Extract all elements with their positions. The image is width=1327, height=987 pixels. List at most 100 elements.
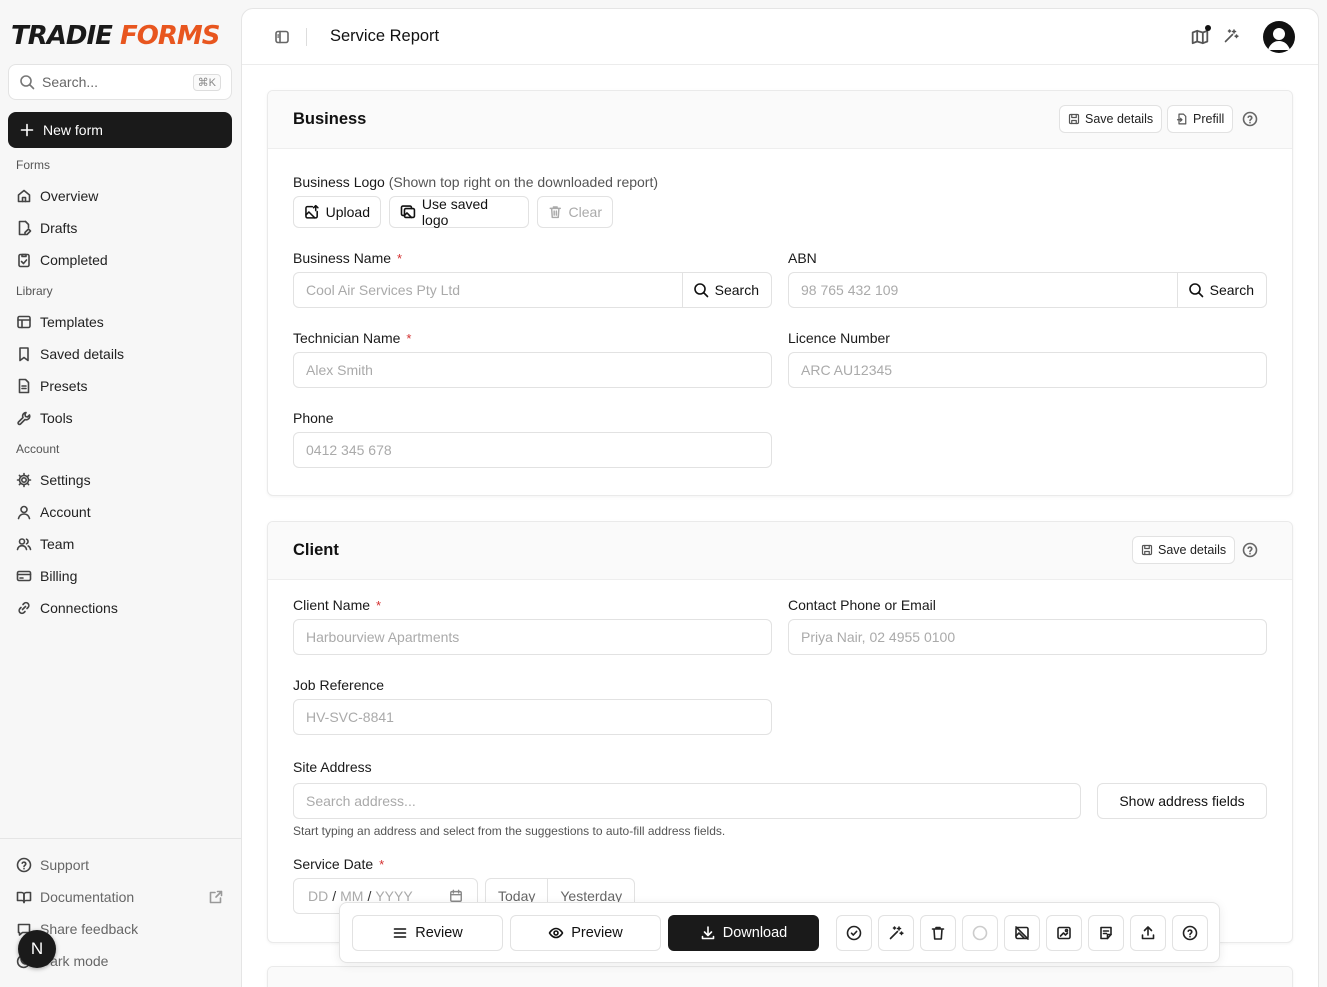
job-reference-placeholder: HV-SVC-8841	[306, 709, 394, 725]
profile-avatar[interactable]	[1263, 21, 1295, 53]
abn-field[interactable]: 98 765 432 109 Search	[788, 272, 1267, 308]
user-avatar-icon	[1268, 28, 1290, 50]
client-save-details-button[interactable]: Save details	[1132, 536, 1236, 564]
save-details-label: Save details	[1085, 112, 1154, 126]
wrench-icon	[17, 411, 31, 426]
show-address-fields-button[interactable]: Show address fields	[1097, 783, 1267, 819]
sidebar-item-label: Settings	[40, 472, 91, 488]
abn-search-button[interactable]: Search	[1176, 273, 1266, 307]
sidebar-item-tools[interactable]: Tools	[16, 408, 73, 428]
status-toggle-button[interactable]	[962, 915, 998, 951]
users-icon	[16, 538, 32, 551]
help-circle-icon	[1242, 111, 1258, 127]
sidebar-item-templates[interactable]: Templates	[16, 312, 104, 332]
phone-field[interactable]: 0412 345 678	[293, 432, 772, 468]
trash-icon	[549, 206, 561, 219]
required-indicator: *	[379, 857, 385, 872]
business-name-field[interactable]: Cool Air Services Pty Ltd Search	[293, 272, 772, 308]
site-address-field[interactable]: Search address...	[293, 783, 1081, 819]
sidebar-item-drafts[interactable]: Drafts	[16, 218, 77, 238]
search-label: Search	[714, 282, 759, 298]
upload-logo-button[interactable]: Upload	[293, 196, 381, 228]
sidebar-item-billing[interactable]: Billing	[16, 566, 77, 586]
delete-button[interactable]	[920, 915, 956, 951]
review-label: Review	[415, 925, 463, 941]
remove-images-button[interactable]	[1004, 915, 1040, 951]
sidebar-item-label: Drafts	[40, 220, 78, 236]
sidebar-item-label: Tools	[40, 410, 73, 426]
save-icon	[1068, 113, 1080, 125]
mark-complete-button[interactable]	[836, 915, 872, 951]
client-name-label: Client Name *	[293, 597, 381, 613]
download-icon	[701, 926, 715, 940]
wand-sparkles-icon	[1224, 29, 1239, 43]
brand-logo-part2: FORMS	[119, 21, 220, 51]
download-label: Download	[722, 925, 788, 941]
sidebar-item-account[interactable]: Account	[16, 502, 91, 522]
layout-template-icon	[17, 315, 31, 329]
download-button[interactable]: Download	[668, 915, 819, 951]
review-button[interactable]: Review	[352, 915, 503, 951]
address-helper-text: Start typing an address and select from …	[293, 824, 726, 838]
sidebar-divider	[0, 838, 241, 839]
sidebar-item-completed[interactable]: Completed	[16, 250, 108, 270]
action-toolbar: Review Preview Download	[339, 902, 1220, 963]
contact-field[interactable]: Priya Nair, 02 4955 0100	[788, 619, 1267, 655]
help-circle-icon	[1242, 542, 1258, 558]
search-label: Search	[1209, 282, 1254, 298]
business-section-header: Business Save details Prefill	[268, 91, 1292, 149]
toolbar-help-button[interactable]	[1172, 915, 1208, 951]
business-save-details-button[interactable]: Save details	[1059, 105, 1163, 133]
sidebar-item-saved-details[interactable]: Saved details	[16, 344, 124, 364]
user-avatar-button[interactable]: N	[18, 930, 56, 968]
wand-sparkles-icon	[889, 926, 904, 940]
prefill-button[interactable]: Prefill	[1167, 105, 1234, 133]
brand-logo[interactable]: TRADIE FORMS	[11, 20, 220, 52]
save-details-label: Save details	[1158, 543, 1227, 557]
job-reference-field[interactable]: HV-SVC-8841	[293, 699, 772, 735]
licence-number-field[interactable]: ARC AU12345	[788, 352, 1267, 388]
clear-logo-button[interactable]: Clear	[537, 196, 613, 228]
sidebar-item-team[interactable]: Team	[16, 534, 74, 554]
share-button[interactable]	[1130, 915, 1166, 951]
help-circle-icon	[16, 857, 32, 873]
clear-label: Clear	[568, 204, 602, 220]
clipboard-check-icon	[18, 253, 30, 268]
new-form-button[interactable]: New form	[8, 112, 232, 148]
licence-number-placeholder: ARC AU12345	[801, 362, 893, 378]
upload-icon	[1141, 926, 1155, 940]
brand-logo-part1: TRADIE	[11, 21, 113, 51]
sidebar-item-documentation[interactable]: Documentation	[16, 887, 224, 907]
sidebar-item-settings[interactable]: Settings	[16, 470, 91, 490]
sidebar-item-label: Account	[40, 504, 91, 520]
home-icon	[17, 189, 31, 203]
calendar-icon	[450, 889, 462, 902]
sidebar-item-support[interactable]: Support	[16, 855, 89, 875]
sidebar-item-connections[interactable]: Connections	[16, 598, 118, 618]
gear-icon	[16, 472, 32, 488]
sidebar-item-overview[interactable]: Overview	[16, 186, 98, 206]
preview-button[interactable]: Preview	[510, 915, 661, 951]
required-indicator: *	[397, 251, 403, 266]
top-bar-divider	[306, 28, 307, 46]
sidebar-item-label: Overview	[40, 188, 99, 204]
magic-fill-button[interactable]	[878, 915, 914, 951]
business-help-button[interactable]	[1242, 111, 1258, 127]
next-section-card	[267, 966, 1293, 987]
business-section: Business Save details Prefill Business L…	[267, 90, 1293, 496]
business-logo-hint: (Shown top right on the downloaded repor…	[388, 174, 659, 190]
section-label-account: Account	[16, 442, 60, 456]
sidebar-item-presets[interactable]: Presets	[16, 376, 87, 396]
client-help-button[interactable]	[1242, 542, 1258, 558]
sidebar-item-label: Support	[40, 857, 90, 873]
technician-name-field[interactable]: Alex Smith	[293, 352, 772, 388]
business-name-search-button[interactable]: Search	[681, 273, 771, 307]
preview-label: Preview	[571, 925, 623, 941]
magic-button[interactable]	[1223, 28, 1239, 44]
image-edit-button[interactable]	[1046, 915, 1082, 951]
client-name-field[interactable]: Harbourview Apartments	[293, 619, 772, 655]
use-saved-logo-button[interactable]: Use saved logo	[389, 196, 529, 228]
sidebar-toggle-button[interactable]	[274, 29, 290, 45]
sidebar-search[interactable]: Search... ⌘K	[8, 64, 232, 100]
notes-button[interactable]	[1088, 915, 1124, 951]
